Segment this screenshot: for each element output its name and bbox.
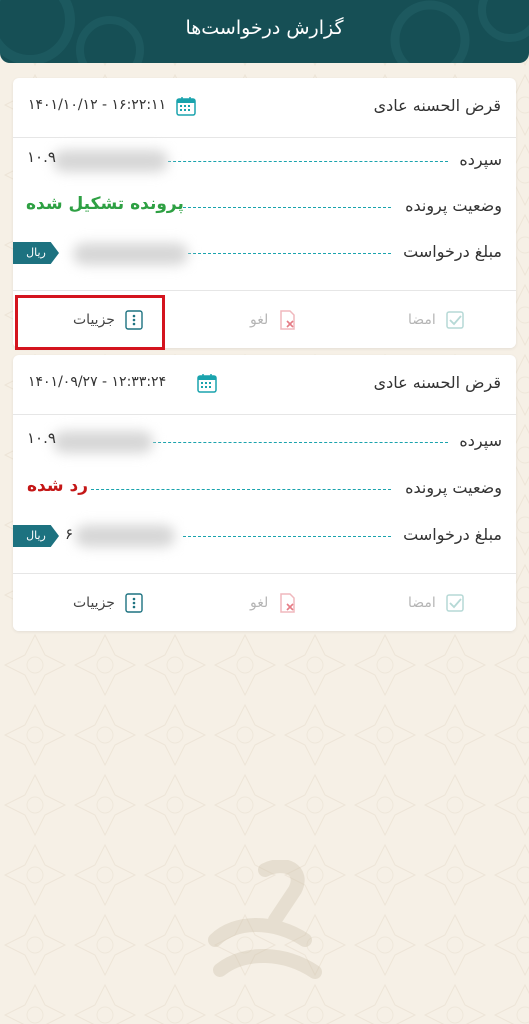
more-vertical-icon <box>125 593 143 613</box>
check-square-icon <box>446 311 464 329</box>
status-label: وضعیت پرونده <box>405 196 502 215</box>
highlight-box <box>15 295 165 350</box>
loan-type: قرض الحسنه عادی <box>373 373 501 392</box>
check-square-icon <box>446 594 464 612</box>
dotted-leader <box>153 442 448 443</box>
currency-tag: ریال <box>13 525 59 547</box>
amount-label: مبلغ درخواست <box>403 525 502 544</box>
redacted-value <box>73 243 188 265</box>
page-title: گزارش درخواست‌ها <box>185 17 344 39</box>
sign-label: امضا <box>408 312 436 328</box>
redacted-value <box>53 150 168 172</box>
currency-tag: ریال <box>13 242 59 264</box>
status-value: رد شده <box>27 476 89 496</box>
status-value: پرونده تشکیل شده <box>26 194 184 214</box>
redacted-value <box>75 525 175 547</box>
sign-button[interactable]: امضا <box>408 574 466 631</box>
cancel-label: لغو <box>250 312 269 328</box>
loan-type: قرض الحسنه عادی <box>373 96 501 115</box>
status-row: وضعیت پرونده پرونده تشکیل شده <box>13 192 516 222</box>
details-button[interactable]: جزییات <box>73 574 145 631</box>
dotted-leader <box>183 207 391 208</box>
dotted-leader <box>168 161 448 162</box>
dotted-leader <box>188 253 391 254</box>
bank-logo-watermark <box>208 860 322 979</box>
amount-row: مبلغ درخواست ۶ ریال <box>13 521 516 551</box>
details-label: جزییات <box>73 595 115 611</box>
dotted-leader <box>91 489 391 490</box>
deposit-label: سپرده <box>459 150 502 169</box>
amount-value: ۶ <box>65 525 74 543</box>
status-row: وضعیت پرونده رد شده <box>13 474 516 504</box>
card-actions: امضا لغو جزییات <box>13 573 516 631</box>
dotted-leader <box>183 536 391 537</box>
deposit-row: سپرده ۱۰.۹ <box>13 146 516 176</box>
redacted-value <box>53 431 153 453</box>
cancel-document-icon <box>280 310 296 330</box>
card-header: قرض الحسنه عادی ۱۴۰۱/۰۹/۲۷ - ۱۲:۳۳:۲۴ <box>13 355 516 415</box>
request-card: قرض الحسنه عادی ۱۴۰۱/۰۹/۲۷ - ۱۲:۳۳:۲۴ سپ… <box>13 355 516 631</box>
deposit-label: سپرده <box>459 431 502 450</box>
app-header: گزارش درخواست‌ها <box>0 0 529 63</box>
cancel-button[interactable]: لغو <box>250 574 298 631</box>
deposit-row: سپرده ۱۰.۹ <box>13 427 516 457</box>
status-label: وضعیت پرونده <box>405 478 502 497</box>
card-header: قرض الحسنه عادی ۱۴۰۱/۱۰/۱۲ - ۱۶:۲۲:۱۱ <box>13 78 516 138</box>
amount-row: مبلغ درخواست ریال <box>13 238 516 268</box>
amount-label: مبلغ درخواست <box>403 242 502 261</box>
deposit-value: ۱۰.۹ <box>27 148 56 166</box>
request-datetime: ۱۴۰۱/۱۰/۱۲ - ۱۶:۲۲:۱۱ <box>28 97 167 113</box>
cancel-label: لغو <box>250 595 269 611</box>
cancel-button[interactable]: لغو <box>250 291 298 348</box>
calendar-icon <box>176 97 196 116</box>
calendar-icon <box>197 374 217 393</box>
sign-button[interactable]: امضا <box>408 291 466 348</box>
deposit-value: ۱۰.۹ <box>27 429 56 447</box>
cancel-document-icon <box>280 593 296 613</box>
sign-label: امضا <box>408 595 436 611</box>
request-datetime: ۱۴۰۱/۰۹/۲۷ - ۱۲:۳۳:۲۴ <box>28 374 167 390</box>
